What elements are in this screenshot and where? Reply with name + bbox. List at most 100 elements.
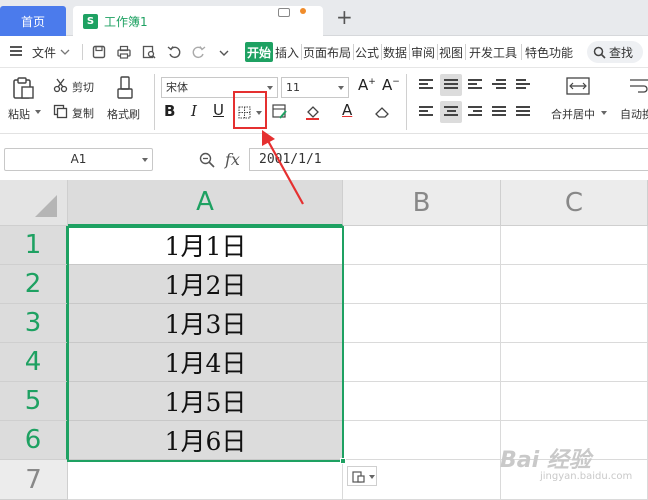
search-label: 查找 [609, 45, 634, 60]
distributed-icon[interactable] [516, 106, 530, 118]
cell-a1[interactable]: 1月1日 [68, 226, 343, 265]
paste-button[interactable]: 粘贴 [8, 106, 30, 122]
function-icon[interactable]: fx [225, 150, 240, 169]
scissors-icon[interactable] [53, 78, 68, 93]
eraser-icon[interactable] [374, 105, 391, 119]
formula-input[interactable]: 2001/1/1 [249, 148, 648, 171]
underline-button[interactable]: U [213, 101, 224, 119]
ribbon: 粘贴 剪切 复制 格式刷 宋体 11 A+ A− B I U A 合并居中 自动… [0, 68, 648, 134]
search-button[interactable]: 查找 [587, 41, 643, 63]
cell-b2[interactable] [343, 265, 501, 304]
cell-a5[interactable]: 1月5日 [68, 382, 343, 421]
zoom-search-icon[interactable] [199, 152, 215, 168]
row-header-2[interactable]: 2 [0, 265, 68, 304]
align-center-icon[interactable] [444, 106, 458, 118]
copy-icon[interactable] [53, 104, 68, 119]
cell-b1[interactable] [343, 226, 501, 265]
menu-page-layout[interactable]: 页面布局 [303, 44, 351, 61]
decrease-font-icon[interactable]: A− [382, 76, 400, 94]
chevron-down-icon[interactable] [60, 48, 70, 56]
unsaved-dot-icon [300, 8, 306, 14]
merge-center-icon[interactable] [566, 77, 590, 95]
menu-special-features[interactable]: 特色功能 [525, 44, 573, 61]
redo-icon[interactable] [192, 45, 206, 59]
format-painter-button[interactable]: 格式刷 [107, 106, 140, 122]
row-header-4[interactable]: 4 [0, 343, 68, 382]
tab-bar: 首页 S 工作簿1 + [0, 0, 648, 36]
divider [465, 44, 466, 60]
undo-icon[interactable] [167, 45, 181, 59]
copy-button[interactable]: 复制 [72, 105, 94, 121]
cell-style-icon[interactable] [272, 104, 288, 120]
cell-a2[interactable]: 1月2日 [68, 265, 343, 304]
new-tab-button[interactable]: + [336, 6, 353, 28]
align-left-icon[interactable] [419, 106, 433, 118]
merge-center-button[interactable]: 合并居中 [551, 106, 595, 122]
workbook-title: 工作簿1 [104, 14, 148, 29]
cell-b4[interactable] [343, 343, 501, 382]
tab-home[interactable]: 首页 [0, 6, 66, 36]
cell-b5[interactable] [343, 382, 501, 421]
fill-color-icon[interactable] [305, 104, 322, 120]
row-header-5[interactable]: 5 [0, 382, 68, 421]
align-top-icon[interactable] [419, 79, 433, 91]
cell-c2[interactable] [501, 265, 648, 304]
row-header-1[interactable]: 1 [0, 226, 68, 265]
align-middle-icon[interactable] [444, 79, 458, 91]
paste-dropdown-icon[interactable] [35, 110, 41, 115]
menu-home-active[interactable]: 开始 [245, 42, 273, 62]
font-size-select[interactable]: 11 [281, 77, 349, 98]
name-box[interactable]: A1 [4, 148, 153, 171]
justify-icon[interactable] [492, 106, 506, 118]
select-all-corner[interactable] [0, 180, 68, 226]
align-right-icon[interactable] [468, 106, 482, 118]
merge-dropdown-icon[interactable] [601, 111, 607, 116]
menu-view[interactable]: 视图 [439, 44, 463, 61]
print-preview-icon[interactable] [142, 45, 156, 59]
wrap-text-button[interactable]: 自动换 [620, 106, 648, 122]
menu-review[interactable]: 审阅 [411, 44, 435, 61]
cell-a7[interactable] [68, 460, 343, 500]
decrease-indent-icon[interactable] [492, 79, 506, 91]
wrap-text-icon[interactable] [628, 77, 648, 95]
menu-file[interactable]: 文件 [32, 44, 56, 61]
hamburger-icon[interactable] [10, 46, 22, 56]
quick-access-dropdown-icon[interactable] [219, 49, 229, 57]
font-name-value: 宋体 [166, 81, 188, 94]
fill-handle[interactable] [340, 458, 346, 464]
column-header-c[interactable]: C [501, 180, 648, 226]
row-header-3[interactable]: 3 [0, 304, 68, 343]
print-icon[interactable] [117, 45, 131, 59]
menu-formulas[interactable]: 公式 [355, 44, 379, 61]
bold-button[interactable]: B [164, 102, 175, 120]
align-bottom-icon[interactable] [468, 79, 482, 91]
cell-c5[interactable] [501, 382, 648, 421]
monitor-icon[interactable] [278, 8, 290, 17]
cell-a3[interactable]: 1月3日 [68, 304, 343, 343]
column-header-a[interactable]: A [68, 180, 343, 226]
font-size-value: 11 [286, 81, 300, 94]
italic-button[interactable]: I [191, 102, 197, 120]
column-header-b[interactable]: B [343, 180, 501, 226]
cell-a6[interactable]: 1月6日 [68, 421, 343, 460]
font-color-icon[interactable]: A [342, 101, 352, 119]
row-header-6[interactable]: 6 [0, 421, 68, 460]
row-header-7[interactable]: 7 [0, 460, 68, 500]
cell-b6[interactable] [343, 421, 501, 460]
cell-c1[interactable] [501, 226, 648, 265]
cell-b3[interactable] [343, 304, 501, 343]
cell-a4[interactable]: 1月4日 [68, 343, 343, 382]
cell-c3[interactable] [501, 304, 648, 343]
paste-options-button[interactable] [347, 466, 377, 486]
format-painter-icon[interactable] [115, 76, 135, 100]
divider [82, 44, 83, 60]
menu-data[interactable]: 数据 [383, 44, 407, 61]
increase-indent-icon[interactable] [516, 79, 530, 91]
save-icon[interactable] [92, 45, 106, 59]
increase-font-icon[interactable]: A+ [358, 76, 376, 94]
menu-developer[interactable]: 开发工具 [469, 44, 517, 61]
menu-insert[interactable]: 插入 [275, 44, 299, 61]
cell-c4[interactable] [501, 343, 648, 382]
cut-button[interactable]: 剪切 [72, 79, 94, 95]
paste-icon[interactable] [11, 76, 35, 100]
